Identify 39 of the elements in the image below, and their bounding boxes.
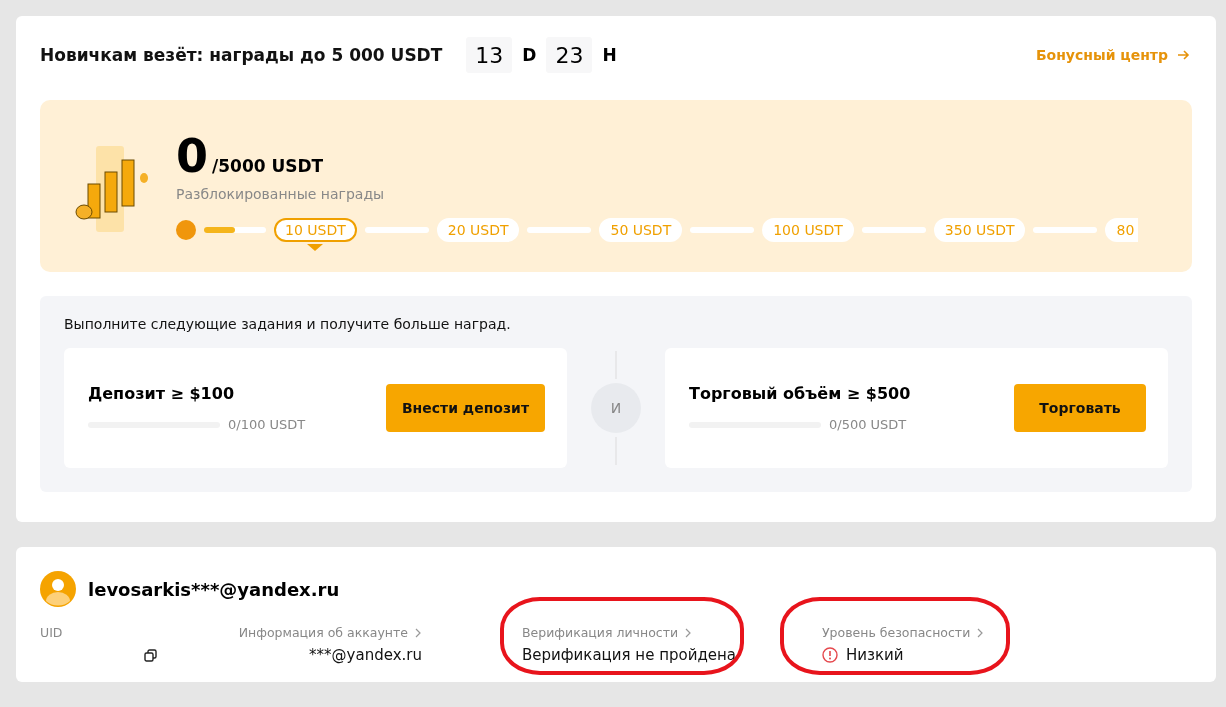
- milestone-tag[interactable]: 80: [1105, 218, 1139, 242]
- countdown-value: 13: [466, 37, 513, 73]
- task-progress-reading: 0/100 USDT: [228, 417, 306, 432]
- milestone-tag[interactable]: 50 USDT: [599, 218, 683, 242]
- countdown-unit: D: [522, 45, 537, 65]
- account-email: levosarkis***@yandex.ru: [88, 578, 340, 600]
- task-button[interactable]: Торговать: [1014, 384, 1146, 432]
- chevron-right-icon: [414, 627, 422, 638]
- avatar-icon: [40, 571, 76, 607]
- chevron-right-icon: [976, 627, 985, 638]
- field-label[interactable]: Уровень безопасности: [822, 625, 1122, 640]
- arrow-right-icon: [1176, 48, 1190, 62]
- task-button[interactable]: Внести депозит: [385, 384, 545, 432]
- task-progress-reading: 0/500 USDT: [829, 417, 907, 432]
- countdown-value: 23: [546, 37, 593, 73]
- copy-icon[interactable]: [144, 648, 157, 662]
- pointer-icon: [307, 244, 324, 251]
- milestone-tag[interactable]: 350 USDT: [933, 218, 1026, 242]
- progress-start-icon: [176, 220, 196, 240]
- field-value: Верификация не пройдена: [522, 646, 737, 664]
- field-label[interactable]: Верификация личности: [522, 625, 822, 640]
- field-value: Низкий: [846, 646, 904, 664]
- field-label[interactable]: Информация об аккаунте: [237, 625, 422, 640]
- task-title: Торговый объём ≥ $500: [689, 384, 911, 403]
- field-value: ***@yandex.ru: [309, 646, 422, 664]
- countdown-unit: H: [602, 45, 617, 65]
- milestone-tag[interactable]: 100 USDT: [762, 218, 854, 242]
- milestone-tag[interactable]: 20 USDT: [436, 218, 520, 242]
- promo-title: Новичкам везёт: награды до 5 000 USDT: [40, 45, 443, 65]
- tasks-intro: Выполните следующие задания и получите больше наград.: [64, 316, 512, 332]
- rewards-total: /5000 USDT: [212, 156, 324, 176]
- rewards-caption: Разблокированные награды: [176, 186, 386, 202]
- warning-icon: [822, 647, 838, 663]
- field-label: UID: [40, 625, 64, 640]
- bonus-center-link[interactable]: Бонусный центр: [1035, 47, 1190, 63]
- task-title: Депозит ≥ $100: [88, 384, 235, 403]
- rewards-amount: 0: [176, 130, 208, 182]
- and-badge: И: [591, 383, 641, 433]
- chevron-right-icon: [684, 627, 693, 638]
